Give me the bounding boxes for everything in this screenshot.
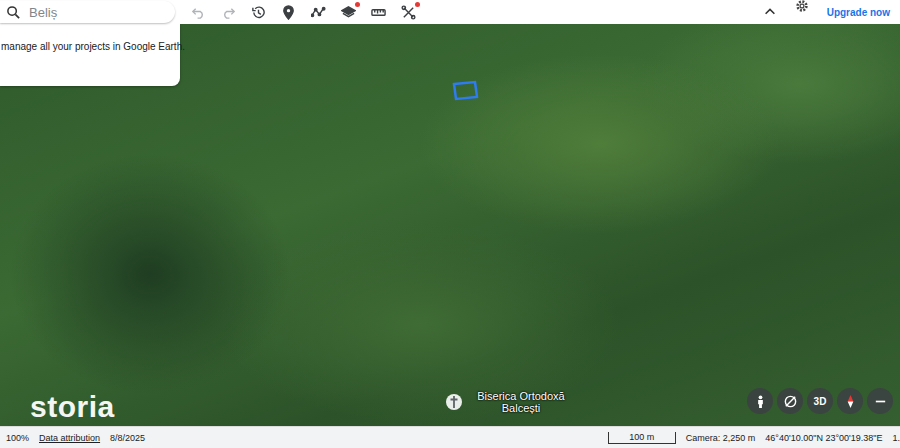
map-controls: 3D [747, 388, 893, 414]
drawn-polygon[interactable] [451, 80, 479, 102]
history-button[interactable] [249, 3, 268, 22]
path-icon [311, 5, 326, 20]
imagery-date: 8/8/2025 [110, 433, 145, 443]
projects-panel: manage all your projects in Google Earth… [0, 24, 180, 86]
ruler-button[interactable] [369, 3, 388, 22]
place-label[interactable]: Biserica Ortodoxă Balcești [445, 390, 573, 414]
pin-button[interactable] [279, 3, 298, 22]
upgrade-link[interactable]: Upgrade now [827, 7, 890, 18]
compass-icon [843, 394, 858, 409]
panel-text: manage all your projects in Google Earth… [1, 41, 185, 52]
status-bar: 100% Data attribution 8/8/2025 100 m Camera:… [0, 426, 900, 448]
gear-icon[interactable] [795, 0, 809, 13]
pin-icon [281, 5, 296, 20]
satellite-map[interactable]: manage all your projects in Google Earth… [0, 24, 900, 426]
tilt-button[interactable] [777, 388, 803, 414]
layers-icon [341, 5, 356, 20]
tools-icon [401, 5, 416, 20]
undo-button[interactable] [189, 3, 208, 22]
scale-bar: 100 m [608, 432, 676, 444]
zoom-level: 100% [6, 433, 29, 443]
ruler-icon [371, 5, 386, 20]
path-button[interactable] [309, 3, 328, 22]
watermark: storia [30, 390, 115, 424]
church-pin-icon [445, 393, 463, 411]
elevation: 1. [892, 433, 900, 443]
zoom-out-icon [873, 394, 888, 409]
place-text: Biserica Ortodoxă Balcești [469, 390, 573, 414]
text-button[interactable]: 3D [807, 388, 833, 414]
google-earth-window: Beliș Upgrade now manage all your projects… [0, 0, 900, 448]
pegman-icon [753, 394, 768, 409]
pegman-button[interactable] [747, 388, 773, 414]
search-field[interactable]: Beliș [0, 1, 175, 23]
camera-altitude: Camera: 2,250 m [686, 433, 756, 443]
layers-button[interactable] [339, 3, 358, 22]
notification-dot [415, 2, 420, 7]
notification-dot [355, 2, 360, 7]
redo-button[interactable] [219, 3, 238, 22]
zoom-out-button[interactable] [867, 388, 893, 414]
coordinates: 46°40'10.00"N 23°00'19.38"E [765, 433, 882, 443]
redo-icon [221, 5, 236, 20]
search-icon [6, 5, 21, 20]
undo-icon [191, 5, 206, 20]
search-placeholder: Beliș [29, 5, 57, 20]
top-bar: Beliș Upgrade now [0, 0, 900, 24]
collapse-chevron-icon[interactable] [763, 5, 777, 19]
tools-button[interactable] [399, 3, 418, 22]
account-area: Upgrade now [763, 5, 900, 19]
tilt-icon [783, 394, 798, 409]
scale-text: 100 m [629, 432, 654, 442]
toolbar [189, 3, 418, 22]
history-icon [251, 5, 266, 20]
ctrl-label: 3D [814, 396, 827, 407]
compass-button[interactable] [837, 388, 863, 414]
data-attribution-link[interactable]: Data attribution [39, 433, 100, 443]
